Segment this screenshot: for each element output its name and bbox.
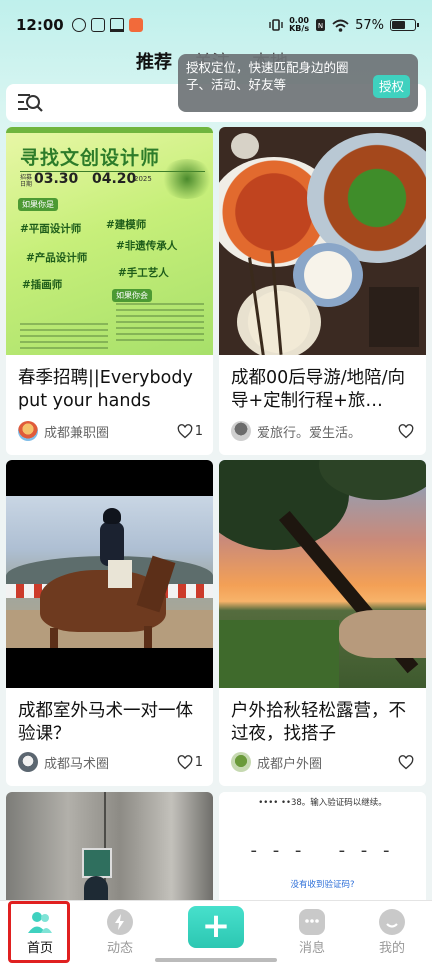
nav-profile[interactable]: 我的: [352, 901, 432, 964]
circle-name: 成都马术圈: [44, 756, 110, 772]
avatar: [18, 752, 38, 772]
tab-recommend[interactable]: 推荐: [136, 48, 172, 74]
battery-icon: [390, 19, 419, 31]
status-time: 12:00: [16, 16, 64, 34]
battery-percent: 57%: [355, 17, 384, 33]
poster-heading: 寻找文创设计师: [20, 147, 161, 169]
network-speed: 0.00 KB/s: [289, 16, 310, 33]
poster-body-text-block: [116, 303, 204, 343]
home-highlight-box: [8, 901, 70, 963]
verify-prompt: •••• ••38。输入验证码以继续。: [258, 798, 387, 808]
heart-icon: [398, 423, 414, 438]
circle-name: 成都户外圈: [257, 756, 323, 772]
like-button[interactable]: 1: [177, 755, 203, 770]
feed-card[interactable]: 寻找文创设计师 招募日期 03.30 04.20 2025 如果你是 #平面设计…: [6, 127, 213, 455]
poster-start-date: 03.30: [34, 171, 79, 187]
app-notification-icon: [90, 18, 105, 32]
nav-label: 我的: [378, 941, 405, 956]
like-button[interactable]: [398, 754, 416, 770]
plus-icon: +: [201, 906, 231, 946]
toast-message: 授权定位，快速匹配身边的圈子、活动、好友等: [186, 60, 349, 92]
authorize-button[interactable]: 授权: [372, 75, 410, 98]
vibrate-icon: [269, 19, 283, 31]
circle-name: 爱旅行。爱生活。: [257, 425, 362, 441]
crown-icon: [109, 18, 124, 32]
poster-role: #产品设计师: [26, 252, 88, 264]
horse-riding-photo: [6, 460, 213, 688]
like-button[interactable]: 1: [177, 424, 203, 439]
nav-label: 动态: [106, 941, 133, 956]
poster-end-date: 04.20: [92, 171, 137, 187]
verify-resend-link: 没有收到验证码?: [290, 880, 355, 890]
food-photo: [219, 127, 426, 355]
avatar: [18, 421, 38, 441]
feed-card[interactable]: 成都室外马术一对一体验课？ 成都马术圈 1: [6, 460, 213, 786]
wifi-icon: [332, 19, 349, 32]
app-badge-icon: [128, 18, 143, 32]
poster-body-text-block: [20, 323, 108, 349]
create-post-button[interactable]: +: [188, 906, 244, 948]
poster-decoration: [160, 159, 213, 199]
circle-name: 成都兼职圈: [44, 425, 110, 441]
poster-role: #平面设计师: [20, 223, 82, 235]
chat-bubble-icon: [299, 909, 325, 935]
elevator-photo: [6, 792, 213, 900]
nav-label: 消息: [298, 941, 325, 956]
svg-text:N: N: [318, 22, 323, 30]
poster-role: #建模师: [106, 219, 147, 231]
feed-card[interactable]: [6, 792, 213, 900]
like-button[interactable]: [398, 423, 416, 439]
heart-icon: [177, 423, 193, 438]
poster-start-label: 招募日期: [20, 174, 33, 188]
avatar: [231, 421, 251, 441]
card-title: 户外拾秋轻松露营，不过夜，找搭子: [231, 701, 406, 744]
verify-code-dashes: - - - - - -: [250, 840, 395, 861]
heart-icon: [177, 754, 193, 769]
card-title: 春季招聘||Everybody put your hands: [18, 368, 193, 411]
poster-role: #插画师: [22, 279, 63, 291]
like-count: 1: [194, 754, 203, 770]
feed-card[interactable]: 成都00后导游/地陪/向导+定制行程+旅… 爱旅行。爱生活。: [219, 127, 426, 455]
card-title: 成都00后导游/地陪/向导+定制行程+旅…: [231, 368, 406, 411]
nav-dynamic[interactable]: 动态: [80, 901, 160, 964]
lightning-icon: [107, 909, 133, 935]
verification-screenshot: •••• ••38。输入验证码以继续。 - - - - - - 没有收到验证码?: [219, 792, 426, 900]
recruitment-poster: 寻找文创设计师 招募日期 03.30 04.20 2025 如果你是 #平面设计…: [6, 127, 213, 355]
feed-card[interactable]: 户外拾秋轻松露营，不过夜，找搭子 成都户外圈: [219, 460, 426, 786]
sunset-tree-photo: [219, 460, 426, 688]
poster-role: #非遗传承人: [116, 240, 178, 252]
poster-if-you: 如果你会: [112, 289, 152, 302]
poster-you-are: 如果你是: [18, 198, 58, 211]
nav-messages[interactable]: 消息: [272, 901, 352, 964]
smile-icon: [379, 909, 405, 935]
notification-icon: [71, 18, 86, 32]
nfc-icon: N: [316, 19, 326, 31]
poster-year: 2025: [134, 175, 152, 183]
search-list-icon: [18, 94, 43, 112]
like-count: 1: [194, 423, 203, 439]
heart-icon: [398, 754, 414, 769]
gesture-home-indicator: [155, 958, 277, 962]
poster-role: #手工艺人: [118, 267, 169, 279]
card-title: 成都室外马术一对一体验课？: [18, 701, 193, 744]
feed-card[interactable]: •••• ••38。输入验证码以继续。 - - - - - - 没有收到验证码?: [219, 792, 426, 900]
location-permission-toast: 授权定位，快速匹配身边的圈子、活动、好友等 授权: [178, 54, 418, 112]
avatar: [231, 752, 251, 772]
status-bar: 12:00 0.00 KB/s N 57%: [0, 0, 432, 50]
